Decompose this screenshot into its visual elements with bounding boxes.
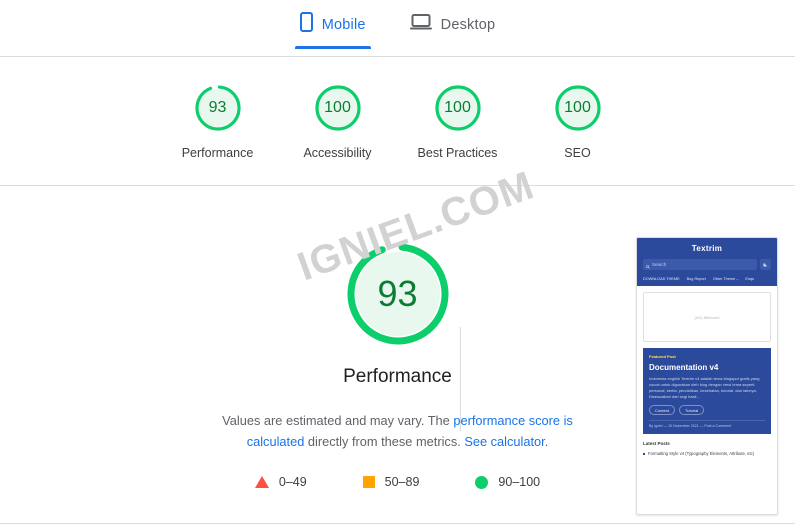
score-legend: 0–49 50–89 90–100: [254, 475, 540, 490]
score-performance-value: 93: [208, 98, 227, 116]
gauge-seo-small: 100: [553, 83, 603, 133]
gauge-performance-large: 93: [343, 239, 453, 349]
score-accessibility[interactable]: 100 Accessibility: [278, 83, 398, 160]
thumbnail-theme-toggle-icon: [760, 259, 771, 270]
thumbnail-post-tags: Content Tutorial: [649, 405, 765, 415]
performance-disclaimer: Values are estimated and may vary. The p…: [198, 410, 598, 452]
gauge-accessibility-small: 100: [313, 83, 363, 133]
thumbnail-post-title: Documentation v4: [649, 363, 719, 372]
thumbnail-search-row: Search: [643, 259, 771, 270]
tab-mobile[interactable]: Mobile: [294, 8, 371, 49]
vertical-divider: [460, 327, 461, 431]
performance-score-caption: Performance: [343, 366, 452, 387]
thumbnail-nav-item: Bug Report: [686, 277, 706, 281]
thumbnail-featured-badge: Featured Post: [649, 354, 676, 359]
thumbnail-search-placeholder: Search: [652, 262, 667, 267]
performance-score-value: 93: [377, 273, 418, 314]
thumbnail-featured-card: Featured Post Documentation v4 Indonesia…: [643, 348, 771, 434]
thumbnail-ad-section: (AD) Billboard: [637, 286, 777, 348]
psi-report-page: Mobile Desktop 93 Performance 100 Access…: [0, 0, 795, 526]
score-summary-strip: 93 Performance 100 Accessibility 100 Bes…: [0, 57, 795, 186]
legend-item-mid: 50–89: [362, 475, 420, 490]
thumbnail-nav: DOWNLOAD THEME Bug Report Other Theme – …: [643, 277, 771, 281]
score-best-practices-label: Best Practices: [417, 145, 498, 160]
thumbnail-ad-label: (AD) Billboard: [694, 314, 720, 320]
device-tabs: Mobile Desktop: [294, 0, 498, 49]
legend-range-high: 90–100: [498, 475, 541, 490]
laptop-icon: [409, 13, 432, 36]
legend-range-mid: 50–89: [384, 475, 420, 490]
score-performance-label: Performance: [181, 145, 254, 160]
thumbnail-latest-heading: Latest Posts: [643, 441, 670, 446]
thumbnail-nav-item: Other Theme –: [712, 277, 739, 281]
thumbnail-tag: Content: [649, 405, 676, 415]
score-accessibility-value: 100: [324, 98, 351, 116]
square-icon: [362, 476, 375, 489]
mobile-phone-icon: [299, 12, 313, 37]
thumbnail-tag: Tutorial: [679, 405, 705, 415]
legend-item-high: 90–100: [475, 475, 540, 489]
thumbnail-nav-item: Enqu: [745, 277, 755, 281]
score-accessibility-label: Accessibility: [303, 145, 372, 160]
thumbnail-nav-item: DOWNLOAD THEME: [643, 277, 680, 281]
gauge-best-practices-small: 100: [433, 83, 483, 133]
score-seo-value: 100: [564, 98, 591, 116]
triangle-icon: [254, 476, 269, 489]
search-icon: [646, 256, 650, 274]
bullet-icon: [643, 453, 645, 455]
thumbnail-post-byline: By igniel — 10 November 2021 — Post a Co…: [649, 420, 765, 428]
legend-range-low: 0–49: [278, 475, 307, 490]
tab-desktop[interactable]: Desktop: [408, 8, 498, 49]
gauge-performance-small: 93: [193, 83, 243, 133]
device-tabbar: Mobile Desktop: [0, 0, 795, 57]
thumbnail-post-body: Indonesia english Textrim v4 adalah tema…: [649, 376, 760, 399]
thumbnail-ad-box: (AD) Billboard: [643, 292, 771, 342]
thumbnail-hero: Textrim Search DOWNLOAD THEME Bug Report…: [637, 238, 777, 286]
tab-mobile-label: Mobile: [321, 16, 366, 33]
disclaimer-text-middle: directly from these metrics.: [304, 434, 465, 450]
score-seo[interactable]: 100 SEO: [518, 83, 638, 160]
see-calculator-link[interactable]: See calculator.: [464, 434, 548, 449]
page-screenshot-thumbnail: Textrim Search DOWNLOAD THEME Bug Report…: [636, 237, 778, 515]
thumbnail-latest-section: Latest Posts Formatting Style v4 (Typogr…: [637, 434, 777, 464]
tab-desktop-label: Desktop: [440, 16, 496, 33]
legend-item-low: 0–49: [254, 475, 307, 490]
thumbnail-site-title: Textrim: [691, 244, 723, 253]
thumbnail-latest-item-text: Formatting Style v4 (Typography Elements…: [648, 451, 755, 456]
thumbnail-search-input: Search: [643, 259, 757, 270]
disclaimer-text-prefix: Values are estimated and may vary. The: [222, 413, 454, 428]
score-seo-label: SEO: [564, 145, 591, 160]
score-performance[interactable]: 93 Performance: [158, 83, 278, 160]
score-best-practices[interactable]: 100 Best Practices: [398, 83, 518, 160]
thumbnail-latest-item: Formatting Style v4 (Typography Elements…: [643, 451, 771, 457]
circle-icon: [475, 475, 489, 489]
score-best-practices-value: 100: [444, 98, 471, 116]
